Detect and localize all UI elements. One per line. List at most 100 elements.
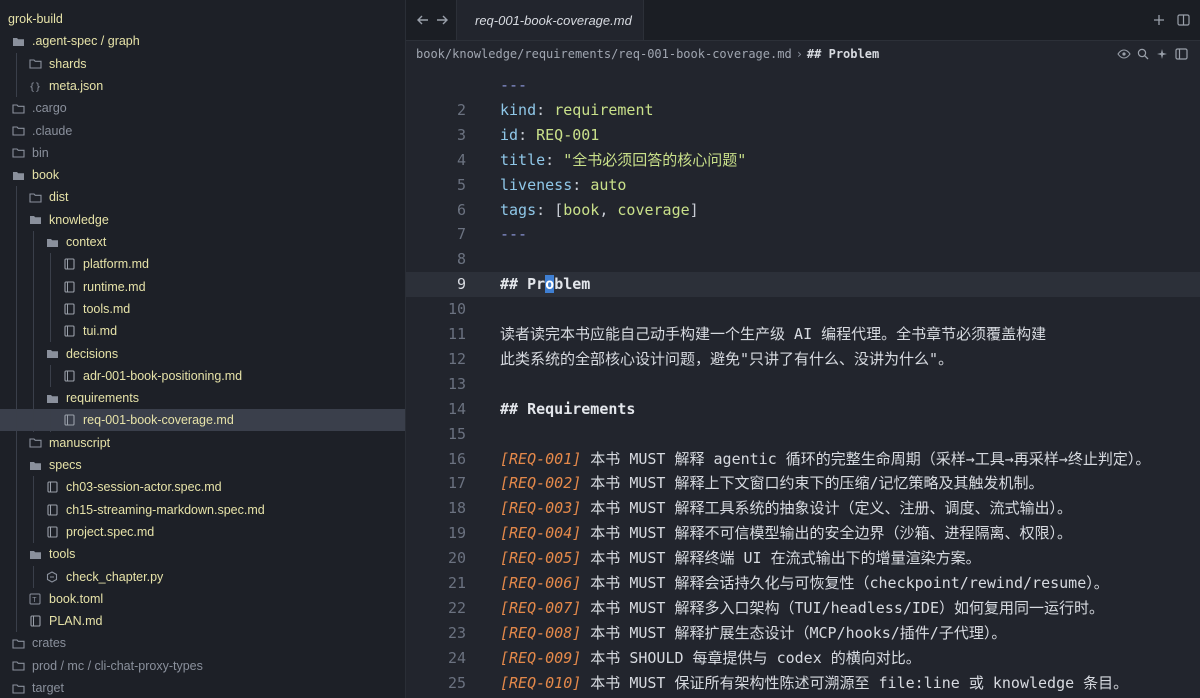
tree-item-plan-md[interactable]: PLAN.md <box>0 610 405 632</box>
tab-req-001-book-coverage[interactable]: req-001-book-coverage.md <box>456 0 644 40</box>
token: 本书 MUST 解释终端 UI 在流式输出下的增量渲染方案。 <box>581 549 981 568</box>
token: 此类系统的全部核心设计问题，避免"只讲了有什么、没讲为什么"。 <box>500 349 954 368</box>
folder-icon <box>10 123 26 139</box>
tree-item-ch15-streaming-markdown-spec-md[interactable]: ch15-streaming-markdown.spec.md <box>0 499 405 521</box>
tree-item-label: check_chapter.py <box>66 569 164 584</box>
line-text: [REQ-010] 本书 MUST 保证所有架构性陈述可溯源至 file:lin… <box>500 671 1128 696</box>
token: 本书 MUST 解释多入口架构（TUI/headless/IDE）如何复用同一运… <box>581 598 1104 617</box>
code-line[interactable]: 8 <box>406 247 1200 272</box>
sparkle-icon[interactable] <box>1154 46 1170 62</box>
tree-item-label: context <box>66 235 107 249</box>
tree-item-dist[interactable]: dist <box>0 186 405 208</box>
code-line[interactable]: 22 [REQ-007] 本书 MUST 解释多入口架构（TUI/headless… <box>406 596 1200 621</box>
tree-item-label: specs <box>49 458 82 472</box>
tree-item-label: dist <box>49 190 69 205</box>
line-text: [REQ-004] 本书 MUST 解释不可信模型输出的安全边界（沙箱、进程隔离… <box>500 521 1072 546</box>
tree-item-platform-md[interactable]: platform.md <box>0 253 405 275</box>
code-line[interactable]: 19 [REQ-004] 本书 MUST 解释不可信模型输出的安全边界（沙箱、进程… <box>406 521 1200 546</box>
tree-item-book[interactable]: book <box>0 164 405 186</box>
tree-item-knowledge[interactable]: knowledge <box>0 209 405 231</box>
tree-item-runtime-md[interactable]: runtime.md <box>0 276 405 298</box>
tree-item-shards[interactable]: shards <box>0 53 405 75</box>
tree-item-bin[interactable]: bin <box>0 142 405 164</box>
toggle-panel-icon[interactable] <box>1173 46 1189 62</box>
tree-item-meta-json[interactable]: {} meta.json <box>0 75 405 97</box>
code-line[interactable]: 2 kind: requirement <box>406 98 1200 123</box>
code-line[interactable]: 17 [REQ-002] 本书 MUST 解释上下文窗口约束下的压缩/记忆策略及其… <box>406 471 1200 496</box>
tree-item-label: platform.md <box>83 257 149 272</box>
tree-item-project-spec-md[interactable]: project.spec.md <box>0 521 405 543</box>
tree-item-agent-spec-graph[interactable]: .agent-spec / graph <box>0 30 405 52</box>
code-line[interactable]: 3 id: REQ-001 <box>406 123 1200 148</box>
tree-item-target[interactable]: target <box>0 677 405 698</box>
code-line[interactable]: 13 <box>406 372 1200 397</box>
tree-item-grok-build[interactable]: grok-build <box>0 8 405 30</box>
breadcrumb-heading[interactable]: ## Problem <box>807 47 879 61</box>
code-line[interactable]: 16 [REQ-001] 本书 MUST 解释 agentic 循环的完整生命周期… <box>406 447 1200 472</box>
tab-label: req-001-book-coverage.md <box>475 12 632 28</box>
tree-item-ch03-session-actor-spec-md[interactable]: ch03-session-actor.spec.md <box>0 476 405 498</box>
code-line[interactable]: 23 [REQ-008] 本书 MUST 解释扩展生态设计（MCP/hooks/插… <box>406 621 1200 646</box>
tree-item-check-chapter-py[interactable]: check_chapter.py <box>0 566 405 588</box>
code-line[interactable]: 18 [REQ-003] 本书 MUST 解释工具系统的抽象设计（定义、注册、调度… <box>406 496 1200 521</box>
token: [REQ-009] <box>500 648 582 667</box>
arrow-left-icon[interactable] <box>414 11 432 29</box>
tree-item-manuscript[interactable]: manuscript <box>0 432 405 454</box>
line-text: [REQ-007] 本书 MUST 解释多入口架构（TUI/headless/I… <box>500 596 1104 621</box>
breadcrumb-file[interactable]: book/knowledge/requirements/req-001-book… <box>416 47 792 61</box>
code-line[interactable]: 24 [REQ-009] 本书 SHOULD 每章提供与 codex 的横向对比。 <box>406 646 1200 671</box>
code-line[interactable]: 6 tags: [book, coverage] <box>406 198 1200 223</box>
code-line[interactable]: 12 此类系统的全部核心设计问题，避免"只讲了有什么、没讲为什么"。 <box>406 347 1200 372</box>
line-text: [REQ-009] 本书 SHOULD 每章提供与 codex 的横向对比。 <box>500 646 921 671</box>
code-line[interactable]: 25 [REQ-010] 本书 MUST 保证所有架构性陈述可溯源至 file:l… <box>406 671 1200 696</box>
tree-item-claude[interactable]: .claude <box>0 120 405 142</box>
token: 本书 MUST 解释上下文窗口约束下的压缩/记忆策略及其触发机制。 <box>581 474 1044 493</box>
token: blem <box>554 275 591 294</box>
code-line[interactable]: 10 <box>406 297 1200 322</box>
line-text: tags: [book, coverage] <box>500 198 699 223</box>
line-text: [REQ-006] 本书 MUST 解释会话持久化与可恢复性（checkpoin… <box>500 571 1109 596</box>
tree-item-label: target <box>32 681 64 695</box>
code-line[interactable]: 11 读者读完本书应能自己动手构建一个生产级 AI 编程代理。全书章节必须覆盖构建 <box>406 322 1200 347</box>
code-line[interactable]: 9 ## Problem <box>406 272 1200 298</box>
token: ## Pr <box>500 275 546 294</box>
code-area[interactable]: --- 2 kind: requirement 3 id: REQ-001 4 title:… <box>406 73 1200 698</box>
line-text: 读者读完本书应能自己动手构建一个生产级 AI 编程代理。全书章节必须覆盖构建 <box>500 322 1046 347</box>
tree-item-cargo[interactable]: .cargo <box>0 97 405 119</box>
breadcrumb-path[interactable]: book/knowledge/requirements/req-001-book… <box>416 47 879 61</box>
tree-item-decisions[interactable]: decisions <box>0 343 405 365</box>
line-number: 13 <box>447 374 466 393</box>
arrow-right-icon[interactable] <box>433 11 451 29</box>
code-line[interactable]: 4 title: "全书必须回答的核心问题" <box>406 148 1200 173</box>
split-pane-icon[interactable] <box>1174 11 1192 29</box>
line-number: 21 <box>447 574 466 592</box>
tree-item-specs[interactable]: specs <box>0 454 405 476</box>
line-text: [REQ-002] 本书 MUST 解释上下文窗口约束下的压缩/记忆策略及其触发… <box>500 471 1044 496</box>
eye-icon[interactable] <box>1116 46 1132 62</box>
tree-item-requirements[interactable]: requirements <box>0 387 405 409</box>
breadcrumb: book/knowledge/requirements/req-001-book… <box>406 41 1200 69</box>
token: auto <box>590 175 627 194</box>
tree-item-adr-001-book-positioning-md[interactable]: adr-001-book-positioning.md <box>0 365 405 387</box>
tree-item-tui-md[interactable]: tui.md <box>0 320 405 342</box>
tree-item-prod-mc-cli-chat-proxy-types[interactable]: prod / mc / cli-chat-proxy-types <box>0 655 405 677</box>
code-line[interactable]: 14 ## Requirements <box>406 397 1200 422</box>
tree-item-crates[interactable]: crates <box>0 632 405 654</box>
tree-item-tools-md[interactable]: tools.md <box>0 298 405 320</box>
code-line[interactable]: --- <box>406 73 1200 98</box>
tree-item-context[interactable]: context <box>0 231 405 253</box>
code-line[interactable]: 5 liveness: auto <box>406 173 1200 198</box>
token: [REQ-005] <box>500 549 582 568</box>
folder-icon <box>10 635 26 651</box>
token: 本书 MUST 解释工具系统的抽象设计（定义、注册、调度、流式输出）。 <box>581 499 1072 518</box>
code-line[interactable]: 7 --- <box>406 222 1200 247</box>
search-icon[interactable] <box>1135 46 1151 62</box>
plus-icon[interactable] <box>1150 11 1168 29</box>
code-line[interactable]: 20 [REQ-005] 本书 MUST 解释终端 UI 在流式输出下的增量渲染方… <box>406 546 1200 571</box>
tree-item-tools[interactable]: tools <box>0 543 405 565</box>
tree-item-req-001-book-coverage-md[interactable]: req-001-book-coverage.md <box>0 409 405 432</box>
tree-item-label: adr-001-book-positioning.md <box>83 368 243 383</box>
tree-item-book-toml[interactable]: Tbook.toml <box>0 588 405 610</box>
code-line[interactable]: 15 <box>406 422 1200 447</box>
code-line[interactable]: 21 [REQ-006] 本书 MUST 解释会话持久化与可恢复性（checkpo… <box>406 571 1200 596</box>
